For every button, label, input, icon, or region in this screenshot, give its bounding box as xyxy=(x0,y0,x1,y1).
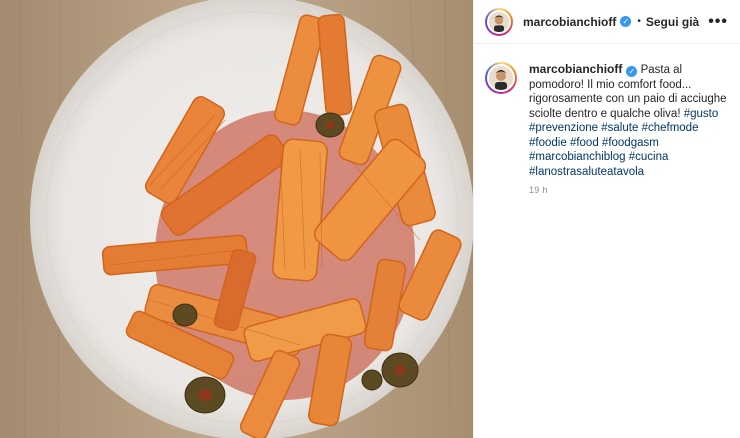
hashtag-link[interactable]: #lanostrasaluteatavola xyxy=(529,166,644,178)
separator-dot: • xyxy=(637,16,641,27)
profile-photo-icon xyxy=(489,11,509,32)
hashtag-link[interactable]: #foodie xyxy=(529,137,567,149)
instagram-post: marcobianchioff ✓ • Segui già ••• marcob… xyxy=(0,0,740,438)
follow-button[interactable]: Segui già xyxy=(646,15,699,29)
pasta-dish-image xyxy=(0,0,473,438)
post-timestamp[interactable]: 19 h xyxy=(529,185,740,195)
caption: marcobianchioff ✓ Pasta al pomodoro! Il m… xyxy=(474,44,740,179)
hashtag-link[interactable]: #food xyxy=(570,137,599,149)
hashtag-link[interactable]: #cucina xyxy=(629,151,669,163)
hashtag-link[interactable]: #chefmode xyxy=(642,122,699,134)
caption-username[interactable]: marcobianchioff xyxy=(529,62,622,76)
hashtag-link[interactable]: #salute xyxy=(601,122,638,134)
hashtag-link[interactable]: #prevenzione xyxy=(529,122,598,134)
header-username[interactable]: marcobianchioff xyxy=(523,15,616,29)
caption-avatar[interactable] xyxy=(485,62,517,94)
post-photo[interactable] xyxy=(0,0,473,438)
hashtag-link[interactable]: #marcobianchiblog xyxy=(529,151,626,163)
verified-badge-icon: ✓ xyxy=(620,16,632,27)
post-header: marcobianchioff ✓ • Segui già ••• xyxy=(474,0,740,44)
more-options-icon[interactable]: ••• xyxy=(708,13,728,31)
profile-photo-icon xyxy=(489,66,513,90)
caption-text: marcobianchioff ✓ Pasta al pomodoro! Il m… xyxy=(529,62,728,179)
post-side-panel: marcobianchioff ✓ • Segui già ••• marcob… xyxy=(473,0,740,438)
verified-badge-icon: ✓ xyxy=(626,66,638,77)
hashtag-link[interactable]: #foodgasm xyxy=(602,137,659,149)
hashtag-link[interactable]: #gusto xyxy=(684,108,719,120)
avatar[interactable] xyxy=(485,7,513,36)
